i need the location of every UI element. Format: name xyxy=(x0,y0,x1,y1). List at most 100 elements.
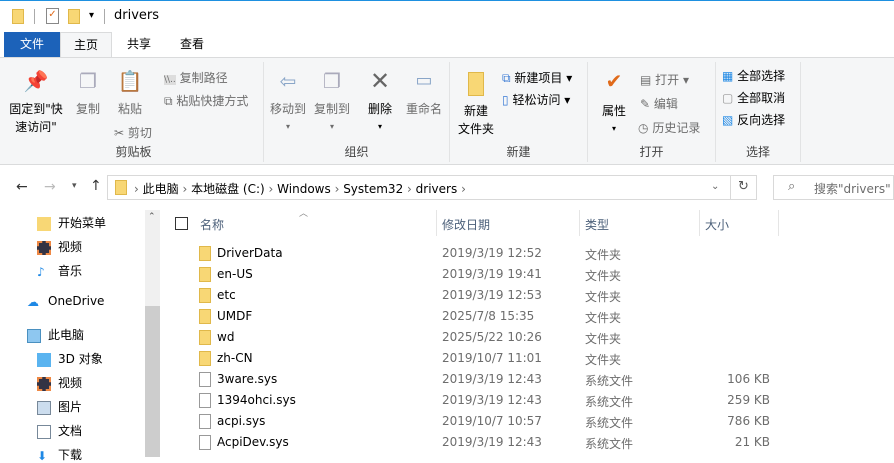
sidebar-item-label: 文档 xyxy=(58,424,83,438)
sidebar-item-documents[interactable]: 文档 xyxy=(37,422,82,439)
pin-label-2: 速访问" xyxy=(15,120,57,134)
address-dropdown-icon[interactable]: ⌄ xyxy=(711,181,719,192)
sidebar-item-music[interactable]: ♪ 音乐 xyxy=(37,262,82,279)
copy-to-button[interactable]: ❐ 复制到 ▾ xyxy=(310,71,354,136)
copy-icon: ❐ xyxy=(79,69,97,93)
column-size[interactable]: 大小 xyxy=(705,216,729,233)
file-type: 系统文件 xyxy=(585,437,634,451)
file-date: 2019/3/19 19:41 xyxy=(442,267,542,281)
sidebar-item-downloads[interactable]: ⬇ 下载 xyxy=(37,446,82,463)
clipboard-group: 📌 固定到"快 速访问" ❐ 复制 📋 粘贴 ✂ 剪切 \\.. 复制路径 ⧉ … xyxy=(4,62,264,162)
file-date: 2019/10/7 11:01 xyxy=(442,351,542,365)
column-type[interactable]: 类型 xyxy=(585,216,609,233)
delete-x-icon: ✕ xyxy=(369,67,391,95)
file-name: zh-CN xyxy=(217,351,253,365)
sidebar-item-pictures[interactable]: 图片 xyxy=(37,398,82,415)
tab-share[interactable]: 共享 xyxy=(114,32,164,57)
crumb-windows[interactable]: Windows xyxy=(277,182,331,196)
search-input[interactable]: ⌕ 搜索"drivers" xyxy=(773,175,894,200)
title-bar: ✓ ▾ drivers xyxy=(0,0,894,32)
window-title: drivers xyxy=(114,8,160,23)
table-row[interactable]: etc 2019/3/19 12:53 文件夹 xyxy=(160,285,894,306)
table-row[interactable]: 3ware.sys 2019/3/19 12:43 系统文件 106 KB xyxy=(160,369,894,390)
folder-icon xyxy=(199,267,211,282)
sidebar-item-label: 音乐 xyxy=(58,264,83,278)
sidebar-item-start-menu[interactable]: 开始菜单 xyxy=(37,214,106,231)
clipboard-icon: 📋 xyxy=(117,69,143,93)
folder-icon xyxy=(199,330,211,345)
column-name[interactable]: 名称 xyxy=(200,216,224,233)
table-row[interactable]: wd 2025/5/22 10:26 文件夹 xyxy=(160,327,894,348)
system-file-icon xyxy=(199,393,211,408)
select-none-button[interactable]: ▢ 全部取消 xyxy=(722,89,785,106)
new-group: 新建 文件夹 ⧉ 新建项目 ▾ ▯ 轻松访问 ▾ 新建 xyxy=(450,62,588,162)
sidebar-item-this-pc[interactable]: 此电脑 xyxy=(27,326,84,343)
properties-quick-icon[interactable]: ✓ xyxy=(46,8,59,24)
divider xyxy=(579,210,580,236)
select-none-label: 全部取消 xyxy=(737,91,786,105)
sidebar-item-videos[interactable]: 视频 xyxy=(37,238,82,255)
forward-icon[interactable]: → xyxy=(44,179,56,195)
easy-access-button[interactable]: ▯ 轻松访问 ▾ xyxy=(502,91,570,108)
table-row[interactable]: AcpiDev.sys 2019/3/19 12:43 系统文件 21 KB xyxy=(160,432,894,453)
copy-path-button[interactable]: \\.. 复制路径 xyxy=(164,69,228,86)
copy-label: 复制 xyxy=(75,102,100,116)
select-all-checkbox[interactable] xyxy=(175,217,188,230)
sidebar-item-label: 此电脑 xyxy=(48,328,85,342)
crumb-system32[interactable]: System32 xyxy=(343,182,403,196)
table-row[interactable]: UMDF 2025/7/8 15:35 文件夹 xyxy=(160,306,894,327)
sidebar-item-onedrive[interactable]: ☁ OneDrive xyxy=(27,294,104,309)
new-folder-quick-icon[interactable] xyxy=(68,9,80,24)
edit-icon: ✎ xyxy=(640,97,651,111)
move-to-button[interactable]: ⇦ 移动到 ▾ xyxy=(266,71,310,136)
path-icon: \\.. xyxy=(164,75,176,85)
sidebar-item-videos-2[interactable]: 视频 xyxy=(37,374,82,391)
crumb-c-drive[interactable]: 本地磁盘 (C:) xyxy=(191,182,265,196)
edit-button[interactable]: ✎ 编辑 xyxy=(640,95,678,112)
back-icon[interactable]: ← xyxy=(16,179,28,195)
scrollbar-thumb[interactable] xyxy=(145,306,160,457)
paste-shortcut-button[interactable]: ⧉ 粘贴快捷方式 xyxy=(164,92,248,109)
new-folder-button[interactable]: 新建 文件夹 xyxy=(454,72,498,138)
crumb-this-pc[interactable]: 此电脑 xyxy=(143,182,179,196)
cut-button[interactable]: ✂ 剪切 xyxy=(114,124,152,141)
properties-button[interactable]: ✔ 属性 ▾ xyxy=(594,71,634,138)
up-icon[interactable]: ↑ xyxy=(90,178,102,194)
file-type: 系统文件 xyxy=(585,416,634,430)
new-item-button[interactable]: ⧉ 新建项目 ▾ xyxy=(502,69,572,86)
delete-button[interactable]: ✕ 删除 ▾ xyxy=(362,67,398,136)
refresh-icon[interactable]: ↻ xyxy=(738,179,749,194)
divider xyxy=(436,210,437,236)
rename-button[interactable]: ▭ 重命名 xyxy=(402,72,446,118)
music-icon: ♪ xyxy=(37,264,45,279)
address-bar[interactable]: › 此电脑 › 本地磁盘 (C:) › Windows › System32 ›… xyxy=(107,175,757,200)
tab-file[interactable]: 文件 xyxy=(4,32,60,57)
sidebar-item-3d-objects[interactable]: 3D 对象 xyxy=(37,350,103,367)
tab-view[interactable]: 查看 xyxy=(166,32,218,57)
sidebar-item-label: OneDrive xyxy=(48,294,105,308)
customize-quick-access-icon[interactable]: ▾ xyxy=(89,10,94,21)
recent-locations-icon[interactable]: ▾ xyxy=(72,181,77,191)
file-date: 2019/3/19 12:52 xyxy=(442,246,542,260)
file-date: 2019/10/7 10:57 xyxy=(442,414,542,428)
tab-home[interactable]: 主页 xyxy=(60,32,112,58)
paste-button[interactable]: 📋 粘贴 xyxy=(110,69,150,118)
crumb-drivers[interactable]: drivers xyxy=(416,182,458,196)
download-icon: ⬇ xyxy=(37,448,48,463)
file-name: wd xyxy=(217,330,235,344)
scroll-up-icon[interactable]: ⌃ xyxy=(148,212,156,222)
file-type: 系统文件 xyxy=(585,395,634,409)
table-row[interactable]: acpi.sys 2019/10/7 10:57 系统文件 786 KB xyxy=(160,411,894,432)
table-row[interactable]: 1394ohci.sys 2019/3/19 12:43 系统文件 259 KB xyxy=(160,390,894,411)
select-all-label: 全部选择 xyxy=(737,69,786,83)
pin-quick-access-button[interactable]: 📌 固定到"快 速访问" xyxy=(6,71,66,136)
open-button[interactable]: ▤ 打开 ▾ xyxy=(640,71,689,88)
column-date[interactable]: 修改日期 xyxy=(442,216,490,233)
table-row[interactable]: DriverData 2019/3/19 12:52 文件夹 xyxy=(160,243,894,264)
invert-selection-button[interactable]: ▧ 反向选择 xyxy=(722,111,785,128)
table-row[interactable]: en-US 2019/3/19 19:41 文件夹 xyxy=(160,264,894,285)
select-all-button[interactable]: ▦ 全部选择 xyxy=(722,67,785,84)
copy-button[interactable]: ❐ 复制 xyxy=(70,69,106,118)
history-button[interactable]: ◷ 历史记录 xyxy=(638,119,700,136)
table-row[interactable]: zh-CN 2019/10/7 11:01 文件夹 xyxy=(160,348,894,369)
